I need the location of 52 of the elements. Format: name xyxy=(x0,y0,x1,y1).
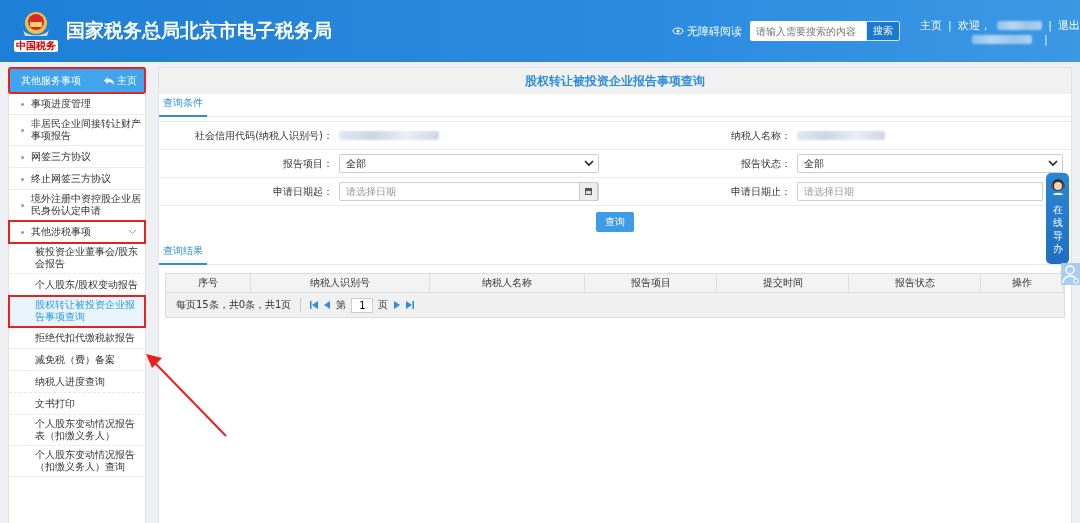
back-arrow-icon xyxy=(104,76,114,85)
sidebar-item[interactable]: 文书打印 xyxy=(9,393,145,415)
chevron-icon xyxy=(1048,160,1058,167)
sidebar-item[interactable]: 纳税人进度查询 xyxy=(9,371,145,393)
sidebar-item[interactable]: 网签三方协议 xyxy=(9,146,145,168)
sidebar-item[interactable]: 拒绝代扣代缴税款报告 xyxy=(9,327,145,349)
welcome-text: 欢迎， xyxy=(957,18,991,33)
page-title: 股权转让被投资企业报告事项查询 xyxy=(159,68,1071,94)
prev-page-icon[interactable] xyxy=(323,301,332,309)
chevron-icon xyxy=(584,160,594,167)
search-field[interactable]: 请输入需要搜索的内容 xyxy=(750,21,866,41)
tab[interactable]: 查询结果 xyxy=(159,244,207,265)
field-label: 报告项目： xyxy=(159,150,339,178)
next-page-icon[interactable] xyxy=(393,301,402,309)
page-label: 第 xyxy=(336,298,347,312)
search-button[interactable]: 搜索 xyxy=(866,21,900,41)
first-page-icon[interactable] xyxy=(310,301,319,309)
sidebar-item[interactable]: 个人股东变动情况报告表（扣缴义务人） xyxy=(9,415,145,446)
field-label: 纳税人名称： xyxy=(607,122,797,150)
field-label: 申请日期起： xyxy=(159,178,339,206)
sidebar-item[interactable]: 减免税（费）备案 xyxy=(9,349,145,371)
sidebar-item[interactable]: 终止网签三方协议 xyxy=(9,168,145,190)
sidebar-item[interactable]: 境外注册中资控股企业居民身份认定申请 xyxy=(9,190,145,221)
sidebar-item[interactable]: 被投资企业董事会/股东会报告 xyxy=(9,243,145,274)
logo-caption: 中国税务 xyxy=(14,40,58,52)
redacted-text xyxy=(996,21,1043,30)
sidebar-item[interactable]: 非居民企业间接转让财产事项报告 xyxy=(9,115,145,146)
page-input[interactable]: 1 xyxy=(351,297,374,313)
page-label: 页 xyxy=(378,298,389,312)
last-page-icon[interactable] xyxy=(406,301,415,309)
tab[interactable]: 查询条件 xyxy=(159,96,207,117)
accessibility-link[interactable]: 无障碍阅读 xyxy=(672,23,742,39)
redacted-text xyxy=(972,35,1032,44)
avatar-icon xyxy=(1049,177,1066,195)
field-label: 社会信用代码(纳税人识别号)： xyxy=(159,122,339,150)
online-guide-button[interactable]: 在线导办 xyxy=(1046,173,1069,264)
user-icon[interactable] xyxy=(1061,263,1080,285)
sidebar-header: 其他服务事项 主页 xyxy=(9,68,145,93)
pager-summary: 每页15条，共0条，共1页 xyxy=(176,298,292,312)
site-title: 国家税务总局北京市电子税务局 xyxy=(66,18,332,43)
calendar-icon[interactable] xyxy=(584,187,593,196)
select-field[interactable]: 全部 xyxy=(339,154,599,173)
separator: | xyxy=(1048,19,1052,32)
select-field[interactable]: 全部 xyxy=(797,154,1063,173)
field-label: 申请日期止： xyxy=(607,178,797,206)
separator: | xyxy=(1044,33,1048,46)
field-label: 报告状态： xyxy=(607,150,797,178)
sidebar-item[interactable]: 个人股东变动情况报告（扣缴义务人）查询 xyxy=(9,446,145,477)
sidebar-item[interactable]: 其他涉税事项 xyxy=(9,221,145,243)
eye-icon xyxy=(672,27,684,35)
separator: | xyxy=(948,19,952,32)
sidebar-item[interactable]: 事项进度管理 xyxy=(9,93,145,115)
